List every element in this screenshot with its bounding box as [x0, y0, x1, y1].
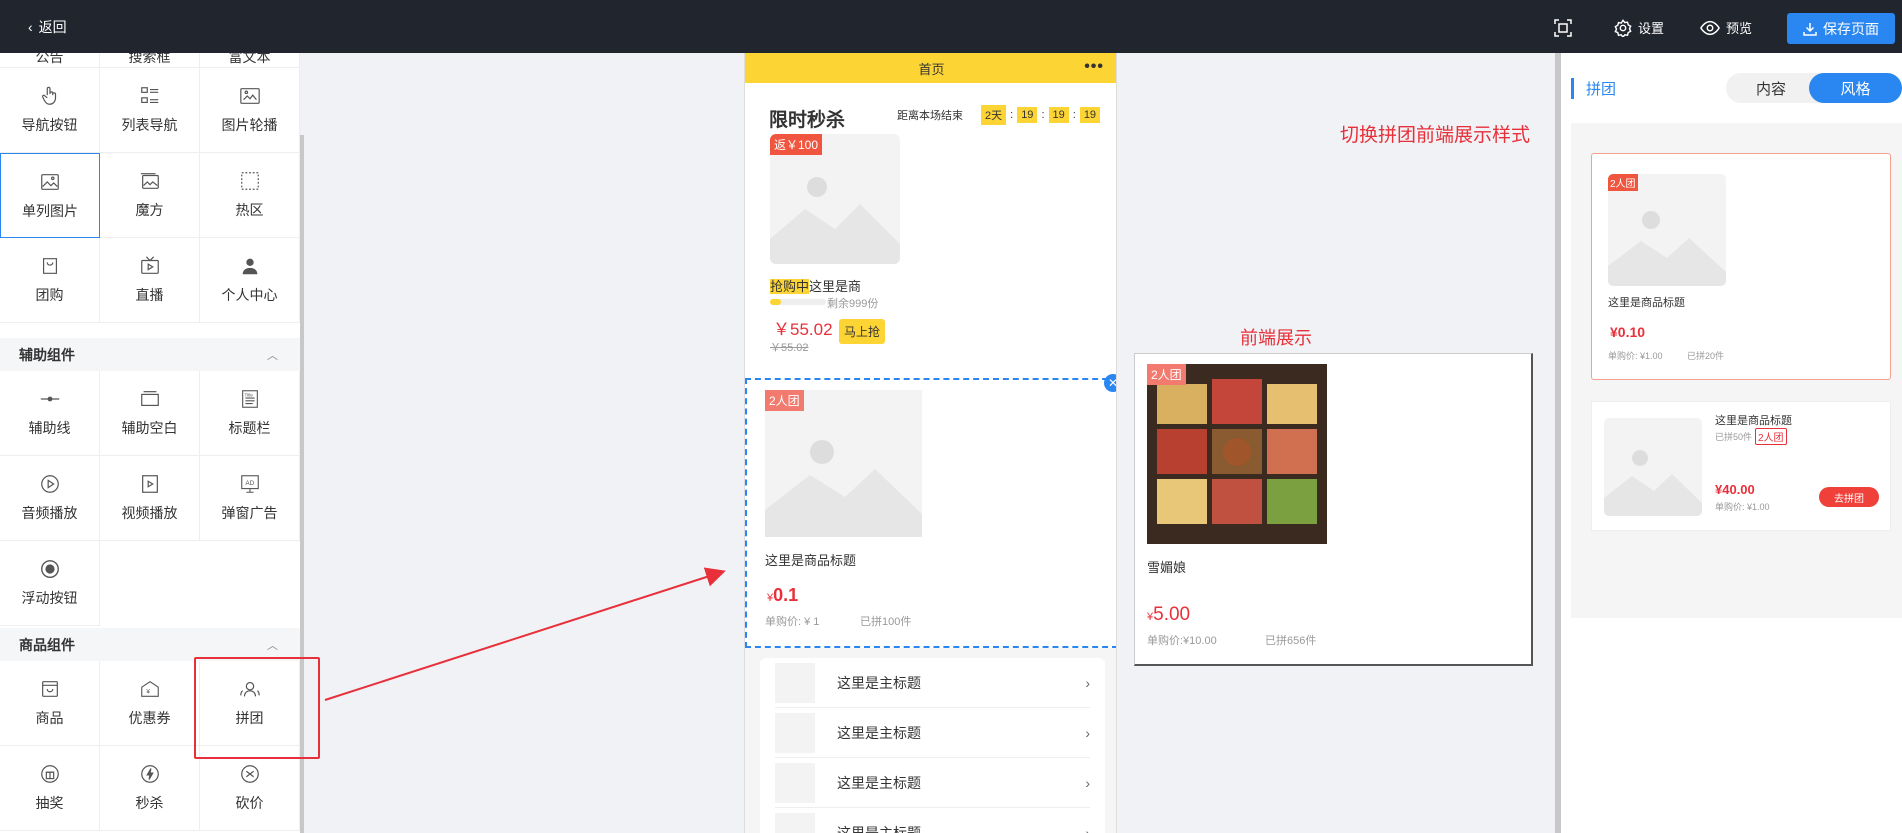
content-style-toggle: 内容 风格: [1726, 73, 1902, 103]
style-option-list[interactable]: 这里是商品标题 已拼50件 2人团 ¥40.00 单购价: ¥1.00 去拼团: [1591, 401, 1891, 531]
style2-title: 这里是商品标题: [1715, 415, 1792, 427]
style2-image: [1604, 418, 1702, 516]
tab-content[interactable]: 内容: [1726, 73, 1816, 103]
panel-title: 拼团: [1571, 78, 1616, 99]
style-option-grid[interactable]: 2人团 这里是商品标题 ¥0.10 单购价: ¥1.00 已拼20件: [1591, 153, 1891, 380]
group-tag: 2人团: [1755, 428, 1787, 445]
image-placeholder-icon: [1604, 450, 1702, 516]
style1-image: 2人团: [1608, 174, 1726, 286]
style2-price: ¥40.00: [1715, 482, 1755, 497]
group-tag: 2人团: [1608, 174, 1638, 191]
style1-joined: 已拼20件: [1687, 351, 1725, 361]
style1-single: 单购价: ¥1.00: [1608, 351, 1663, 361]
go-group-button[interactable]: 去拼团: [1819, 487, 1879, 507]
style-options-area: 2人团 这里是商品标题 ¥0.10 单购价: ¥1.00 已拼20件 这里是商品…: [1571, 123, 1902, 618]
style1-title: 这里是商品标题: [1608, 297, 1685, 309]
tab-style[interactable]: 风格: [1809, 73, 1902, 103]
style2-single: 单购价: ¥1.00: [1715, 502, 1770, 512]
arrow-to-phone: [324, 567, 726, 701]
settings-panel: 拼团 内容 风格 2人团 这里是商品标题 ¥0.10 单购价: ¥1.00 已拼…: [1561, 53, 1902, 833]
style2-joined: 已拼50件: [1715, 432, 1753, 442]
style1-price: ¥0.10: [1610, 324, 1646, 340]
